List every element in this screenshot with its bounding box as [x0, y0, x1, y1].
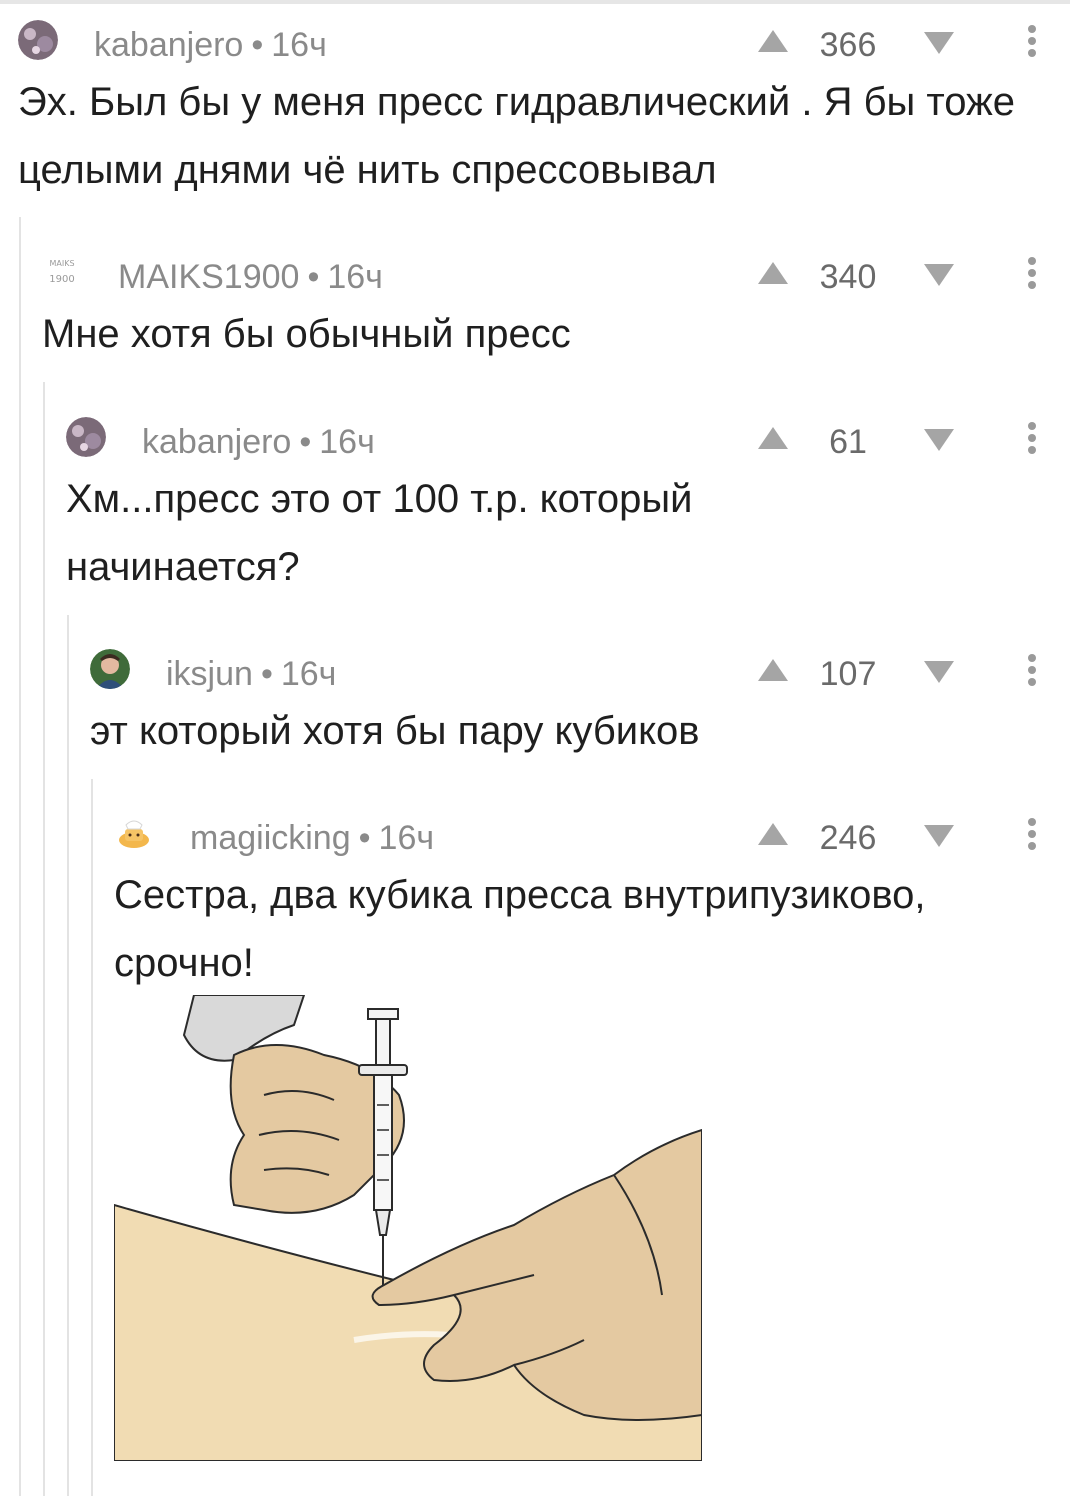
comment-header: iksjun • 16ч 107	[90, 637, 1070, 701]
comment-meta: kabanjero • 16ч	[94, 25, 327, 65]
comment-time: 16ч	[280, 655, 337, 693]
comment-header: MAIKS 1900 MAIKS1900 • 16ч 340	[42, 240, 1070, 304]
upvote-icon[interactable]	[756, 260, 790, 286]
upvote-icon[interactable]	[756, 657, 790, 683]
comment-header: kabanjero • 16ч 61	[66, 405, 1070, 469]
comment-time: 16ч	[271, 26, 327, 64]
thread-line-level-2[interactable]	[43, 382, 45, 1496]
comment-text: Сестра, два кубика пресса внутрипузиково…	[114, 873, 926, 985]
injection-illustration-drawing	[113, 994, 703, 1462]
separator: •	[299, 423, 312, 461]
vote-count: 107	[819, 655, 877, 693]
more-options-icon[interactable]	[1026, 815, 1038, 853]
downvote-icon[interactable]	[922, 659, 956, 685]
author-name[interactable]: kabanjero	[142, 423, 291, 461]
author-name[interactable]: iksjun	[166, 655, 253, 693]
downvote-icon[interactable]	[922, 262, 956, 288]
comment-time: 16ч	[319, 423, 375, 461]
svg-text:1900: 1900	[49, 274, 74, 285]
downvote-icon[interactable]	[922, 427, 956, 453]
author-name[interactable]: kabanjero	[94, 26, 243, 64]
thread-line-level-4[interactable]	[91, 779, 93, 1496]
downvote-icon[interactable]	[922, 823, 956, 849]
thread-line-level-3[interactable]	[67, 615, 69, 1496]
separator: •	[260, 655, 273, 693]
comment-meta: iksjun • 16ч	[166, 654, 336, 694]
comment: kabanjero • 16ч 366 Эх. Был бы у меня прес…	[18, 8, 1070, 204]
comment-meta: kabanjero • 16ч	[142, 422, 375, 462]
comment-header: magiicking • 16ч 246	[114, 801, 1070, 865]
more-options-icon[interactable]	[1026, 419, 1038, 457]
avatar[interactable]	[114, 813, 154, 853]
vote-count: 340	[819, 258, 877, 296]
comment-time: 16ч	[378, 819, 435, 857]
thread-line-level-1[interactable]	[19, 217, 21, 1496]
vote-count: 246	[819, 819, 877, 857]
separator: •	[358, 819, 371, 857]
comment-meta: MAIKS1900 • 16ч	[118, 257, 383, 297]
upvote-icon[interactable]	[756, 425, 790, 451]
avatar[interactable]	[66, 417, 106, 457]
comment: kabanjero • 16ч 61 Хм...пресс это от 100 т…	[66, 405, 1070, 601]
avatar[interactable]: MAIKS 1900	[42, 252, 82, 292]
vote-count: 366	[819, 26, 877, 64]
separator: •	[307, 258, 320, 296]
author-name[interactable]: MAIKS1900	[118, 258, 299, 296]
comment: iksjun • 16ч 107 эт который хотя бы пару к…	[90, 637, 1070, 765]
comment-time: 16ч	[327, 258, 383, 296]
more-options-icon[interactable]	[1026, 254, 1038, 292]
more-options-icon[interactable]	[1026, 22, 1038, 60]
avatar[interactable]	[90, 649, 130, 689]
downvote-icon[interactable]	[922, 30, 956, 56]
vote-count: 61	[829, 423, 867, 461]
comment-header: kabanjero • 16ч 366	[18, 8, 1070, 72]
upvote-icon[interactable]	[756, 821, 790, 847]
comment-text: эт который хотя бы пару кубиков	[90, 709, 700, 753]
separator: •	[251, 26, 264, 64]
comment-text: Эх. Был бы у меня пресс гидравлический .…	[18, 80, 1016, 192]
svg-text:MAIKS: MAIKS	[49, 259, 74, 268]
comment-text: Хм...пресс это от 100 т.р. который начин…	[66, 477, 693, 589]
more-options-icon[interactable]	[1026, 651, 1038, 689]
comment: magiicking • 16ч 246 Сестра, два кубика пр…	[114, 801, 1070, 997]
avatar[interactable]	[18, 20, 58, 60]
comment-text: Мне хотя бы обычный пресс	[42, 312, 571, 356]
comment: MAIKS 1900 MAIKS1900 • 16ч 340 Мне хотя бы…	[42, 240, 1070, 368]
comment-meta: magiicking • 16ч	[190, 818, 434, 858]
top-divider	[0, 0, 1070, 4]
author-name[interactable]: magiicking	[190, 819, 351, 857]
upvote-icon[interactable]	[756, 28, 790, 54]
injection-illustration[interactable]	[113, 994, 703, 1462]
